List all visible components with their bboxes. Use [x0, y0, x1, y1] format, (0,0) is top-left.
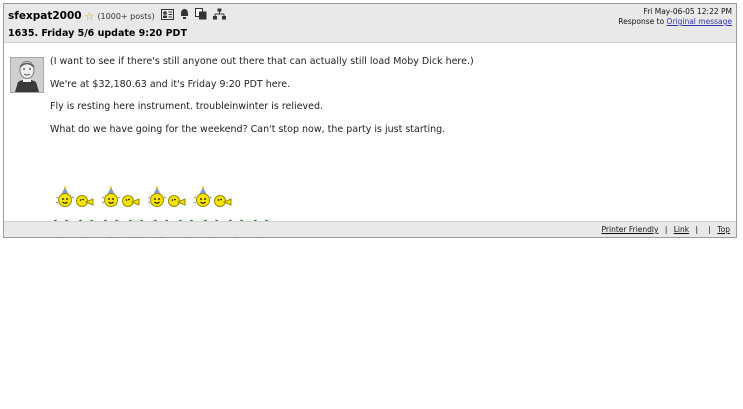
post-count: (1000+ posts) [97, 11, 155, 21]
copy-icon[interactable] [194, 8, 207, 24]
response-label: Response to [618, 17, 665, 26]
original-message-link[interactable]: Original message [667, 17, 732, 26]
party-hat-smiley-icon [193, 186, 213, 207]
party-hat-smiley-icon [147, 186, 167, 207]
separator: | [695, 225, 699, 234]
horn-smiley-icon [214, 195, 232, 207]
party-smiley-pair [192, 186, 232, 208]
party-smiley-pair [100, 186, 140, 208]
sitemap-icon[interactable] [212, 8, 226, 24]
horn-smiley-icon [76, 195, 94, 207]
horn-smiley-icon [168, 195, 186, 207]
star-icon: ☆ [84, 9, 95, 23]
separator: | [664, 225, 668, 234]
party-hat-smiley-icon [101, 186, 121, 207]
post-body: (I want to see if there's still anyone o… [4, 43, 736, 238]
separator: | [708, 225, 711, 234]
forum-post: sfexpat2000 ☆ (1000+ posts) 1635. Friday… [3, 3, 737, 238]
username[interactable]: sfexpat2000 [8, 10, 82, 22]
party-hat-smiley-icon [55, 186, 75, 207]
post-subject: 1635. Friday 5/6 update 9:20 PDT [8, 28, 187, 39]
post-header: sfexpat2000 ☆ (1000+ posts) 1635. Friday… [4, 4, 736, 43]
message-paragraph: We're at $32,180.63 and it's Friday 9:20… [50, 78, 291, 90]
post-date: Fri May-06-05 12:22 PM [643, 7, 732, 16]
printer-friendly-link[interactable]: Printer Friendly [602, 225, 659, 234]
message-paragraph: (I want to see if there's still anyone o… [50, 56, 474, 67]
avatar [10, 57, 44, 93]
profile-icon[interactable] [160, 8, 174, 24]
alert-icon[interactable] [180, 8, 189, 24]
message-paragraph: What do we have going for the weekend? C… [50, 123, 446, 135]
message-paragraph: Fly is resting here instrument. troublei… [50, 101, 323, 112]
horn-smiley-icon [122, 195, 140, 207]
top-link[interactable]: Top [717, 225, 730, 234]
party-smiley-pair [146, 186, 186, 208]
permalink-link[interactable]: Link [674, 225, 689, 234]
post-footer: Printer Friendly | Link | | Top [4, 221, 736, 237]
post-message: (I want to see if there's still anyone o… [50, 56, 474, 146]
party-smileys [54, 186, 238, 208]
party-smiley-pair [54, 186, 94, 208]
